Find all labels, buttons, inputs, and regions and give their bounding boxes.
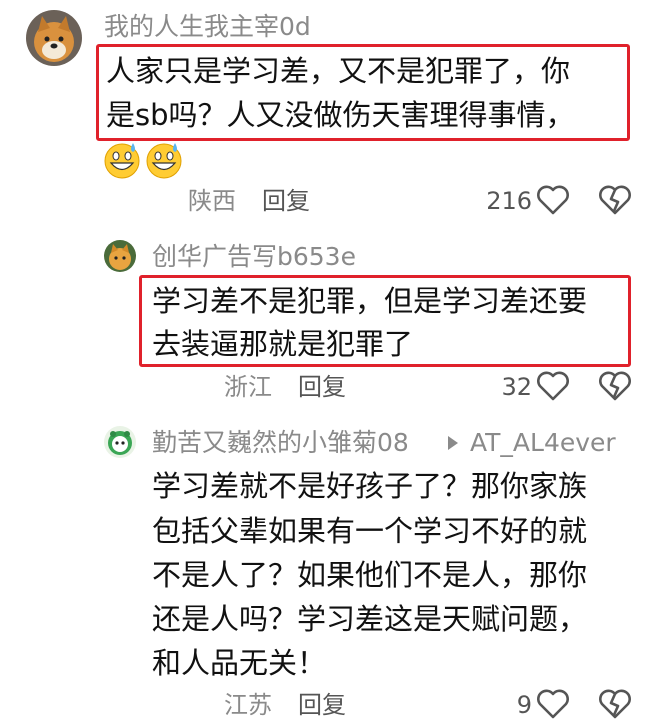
like-heart-icon[interactable] [536,184,570,220]
reply-arrow-icon [446,434,460,456]
comment-text-line: 是sb吗？人又没做伤天害理得事情， [106,98,575,132]
avatar[interactable] [104,426,136,458]
comment-text-line: 不是人了？如果他们不是人，那你 [152,558,588,592]
comment-text-line: 人家只是学习差，又不是犯罪了，你 [106,54,571,88]
reply-button[interactable]: 回复 [298,690,346,720]
dislike-broken-heart-icon[interactable] [598,184,632,220]
reply-to-username[interactable]: AT_AL4ever [470,428,616,458]
comment-text-line: 和人品无关！ [152,646,327,680]
like-count: 32 [501,373,532,401]
dislike-broken-heart-icon[interactable] [598,688,632,724]
comment-text-line: 包括父辈如果有一个学习不好的就 [152,514,588,548]
comment-text-line: 学习差就不是好孩子了？那你家族 [152,469,588,503]
comment-location: 江苏 [224,691,272,719]
comment-location: 浙江 [224,373,272,401]
reply-button[interactable]: 回复 [298,372,346,402]
like-count: 216 [486,187,532,215]
dislike-broken-heart-icon[interactable] [598,370,632,406]
comment-username[interactable]: 我的人生我主宰0d [104,12,311,42]
sweat-grin-emoji [144,140,184,180]
like-heart-icon[interactable] [536,688,570,724]
comment-username[interactable]: 勤苦又巍然的小雏菊08 [152,428,409,458]
like-count: 9 [516,691,532,719]
reply-button[interactable]: 回复 [262,186,310,216]
comment-text-line: 去装逼那就是犯罪了 [152,327,414,361]
avatar[interactable] [26,10,82,66]
avatar[interactable] [104,240,136,272]
comment-text-line: 还是人吗？学习差这是天赋问题， [152,602,588,636]
comment-username[interactable]: 创华广告写b653e [152,242,356,272]
sweat-grin-emoji [102,140,142,180]
comment-text-line: 学习差不是犯罪，但是学习差还要 [152,284,588,318]
like-heart-icon[interactable] [536,370,570,406]
comment-location: 陕西 [188,187,236,215]
